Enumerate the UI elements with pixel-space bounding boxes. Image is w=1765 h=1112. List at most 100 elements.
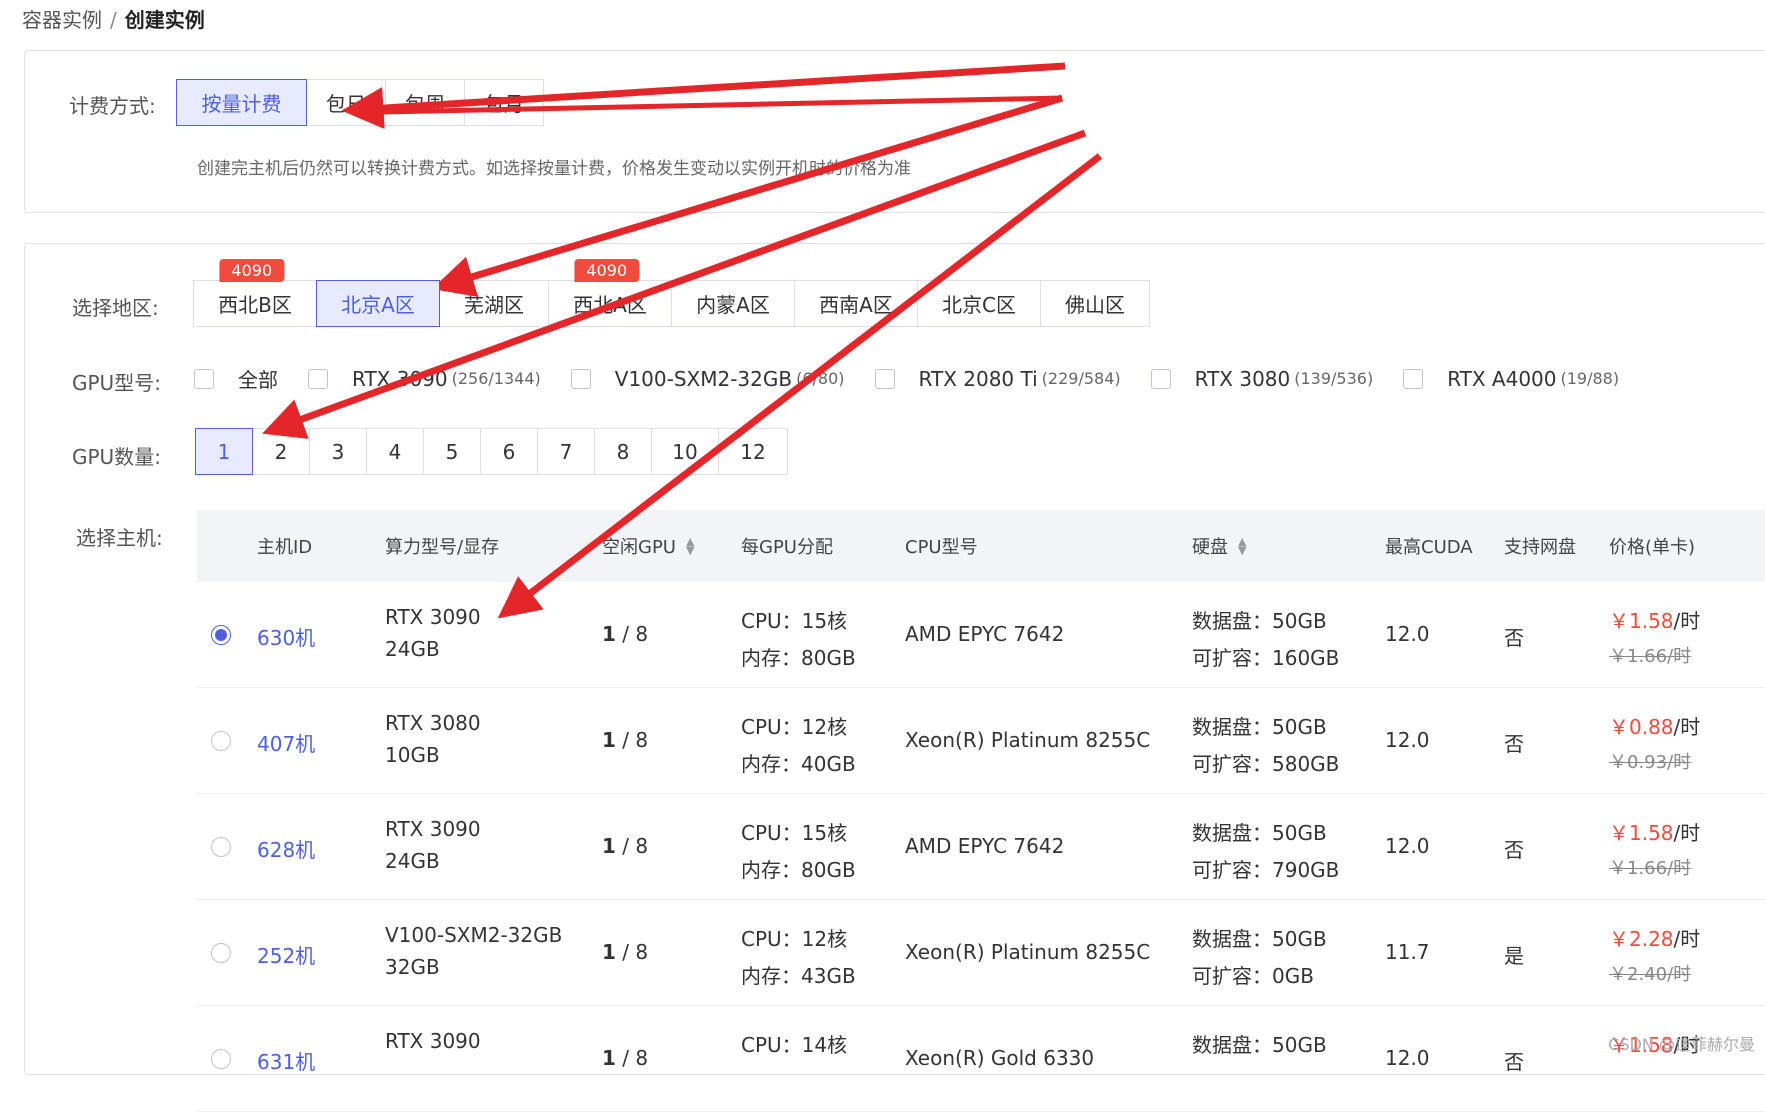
gpu-type-label: GPU型号:: [72, 371, 161, 395]
region-label: 选择地区:: [72, 296, 159, 320]
row-radio[interactable]: [211, 837, 231, 857]
gpu-count-option[interactable]: 8: [594, 428, 652, 475]
col-cuda: 最高CUDA: [1385, 537, 1473, 558]
model-cell: RTX 3090 24GB: [385, 605, 481, 661]
region-badge: 4090: [219, 259, 285, 282]
gpu-type-rtx3090[interactable]: RTX 3090 (256/1344): [308, 367, 541, 391]
gpu-count-option[interactable]: 12: [718, 428, 788, 475]
netdisk-support: 否: [1504, 732, 1524, 756]
disk-cell: 数据盘：50GB 可扩容：0GB: [1192, 923, 1327, 989]
total-gpu: / 8: [622, 1046, 649, 1070]
model-cell: RTX 3090: [385, 1029, 481, 1061]
gpu-count-options: 1 2 3 4 5 6 7 8 10 12: [195, 428, 788, 475]
vram: 10GB: [385, 743, 440, 767]
gpu-count-option[interactable]: 7: [537, 428, 595, 475]
gpu-type-all[interactable]: 全部: [194, 364, 278, 393]
gpu-type-name: 全部: [238, 368, 278, 392]
region-option-northwest-b[interactable]: 4090 西北B区: [193, 259, 317, 327]
col-free-gpu[interactable]: 空闲GPU ▲ ▼: [602, 510, 694, 582]
region-option-foshan[interactable]: 佛山区: [1040, 280, 1150, 327]
free-gpu-cell: 1 / 8: [602, 940, 648, 964]
per-gpu-cell: CPU：14核: [741, 1029, 847, 1066]
checkbox[interactable]: [308, 368, 328, 389]
host-id-link[interactable]: 407机: [257, 728, 315, 757]
billing-option-pay-as-you-go[interactable]: 按量计费: [176, 79, 307, 126]
checkbox[interactable]: [874, 368, 895, 389]
gpu-count-option[interactable]: 2: [252, 428, 310, 475]
model-cell: RTX 3080 10GB: [385, 711, 481, 767]
row-radio[interactable]: [211, 625, 231, 645]
billing-option-weekly[interactable]: 包周: [385, 79, 465, 126]
sort-icon[interactable]: ▲ ▼: [1238, 536, 1246, 556]
billing-panel: 计费方式: 按量计费 包日 包周 包月 创建完主机后仍然可以转换计费方式。如选择…: [24, 50, 1765, 213]
total-gpu: / 8: [622, 622, 649, 646]
table-row[interactable]: 628机 RTX 3090 24GB 1 / 8 CPU：15核 内存：80GB AMD E…: [197, 794, 1765, 900]
gpu-count-option[interactable]: 4: [366, 428, 424, 475]
breadcrumb: 容器实例 / 创建实例: [22, 4, 205, 33]
checkbox[interactable]: [570, 368, 591, 389]
checkbox[interactable]: [1403, 368, 1424, 389]
table-row[interactable]: 630机 RTX 3090 24GB 1 / 8 CPU：15核 内存：80GB AMD E…: [197, 582, 1765, 688]
model-cell: V100-SXM2-32GB 32GB: [385, 923, 562, 979]
gpu-count-option[interactable]: 3: [309, 428, 367, 475]
original-price: ￥2.40/时: [1609, 964, 1692, 985]
gpu-model: RTX 3080: [385, 711, 481, 735]
netdisk-support: 否: [1504, 626, 1524, 650]
host-id-link[interactable]: 630机: [257, 622, 315, 651]
checkbox[interactable]: [1150, 368, 1171, 389]
billing-label: 计费方式:: [69, 94, 156, 118]
row-radio[interactable]: [211, 731, 231, 751]
price: ￥0.88: [1609, 715, 1674, 739]
breadcrumb-parent[interactable]: 容器实例: [22, 8, 102, 32]
gpu-type-rtxa4000[interactable]: RTX A4000 (19/88): [1403, 367, 1619, 391]
free-gpu: 1: [602, 834, 616, 858]
gpu-count-option[interactable]: 10: [651, 428, 719, 475]
col-disk[interactable]: 硬盘 ▲ ▼: [1192, 510, 1246, 582]
cpu-model: Xeon(R) Platinum 8255C: [905, 728, 1151, 752]
data-disk: 数据盘：50GB: [1192, 715, 1327, 739]
gpu-type-v100[interactable]: V100-SXM2-32GB (6/80): [570, 367, 845, 391]
checkbox[interactable]: [194, 368, 214, 389]
gpu-count-option[interactable]: 1: [195, 428, 253, 475]
region-option-beijing-a[interactable]: 北京A区: [316, 280, 440, 327]
expandable-disk: 可扩容：790GB: [1192, 858, 1340, 882]
price: ￥1.58: [1609, 609, 1674, 633]
cpu-cores: CPU：12核: [741, 715, 848, 739]
host-id-link[interactable]: 252机: [257, 940, 315, 969]
host-id-link[interactable]: 631机: [257, 1046, 315, 1075]
data-disk: 数据盘：50GB: [1192, 821, 1327, 845]
region-option-beijing-c[interactable]: 北京C区: [917, 280, 1041, 327]
region-option-wuhu[interactable]: 芜湖区: [439, 280, 549, 327]
region-name: 佛山区: [1065, 293, 1125, 317]
gpu-count-option[interactable]: 6: [480, 428, 538, 475]
table-row[interactable]: 252机 V100-SXM2-32GB 32GB 1 / 8 CPU：12核 内存：43G…: [197, 900, 1765, 1006]
host-id-link[interactable]: 628机: [257, 834, 315, 863]
max-cuda: 11.7: [1385, 940, 1430, 964]
row-radio[interactable]: [211, 1049, 231, 1069]
gpu-type-rtx3080[interactable]: RTX 3080 (139/536): [1150, 367, 1373, 391]
table-row[interactable]: 407机 RTX 3080 10GB 1 / 8 CPU：12核 内存：40GB Xeon(…: [197, 688, 1765, 794]
gpu-model: RTX 3090: [385, 817, 481, 841]
gpu-count-option[interactable]: 5: [423, 428, 481, 475]
gpu-type-count: (6/80): [796, 369, 845, 388]
cpu-model: Xeon(R) Gold 6330: [905, 1046, 1095, 1070]
gpu-type-rtx2080ti[interactable]: RTX 2080 Ti (229/584): [874, 367, 1121, 391]
region-option-southwest-a[interactable]: 西南A区: [794, 280, 918, 327]
billing-option-daily[interactable]: 包日: [306, 79, 386, 126]
gpu-type-count: (19/88): [1560, 369, 1620, 388]
free-gpu-cell: 1 / 8: [602, 728, 648, 752]
total-gpu: / 8: [622, 834, 649, 858]
cpu-cores: CPU：12核: [741, 927, 848, 951]
memory: 内存：80GB: [741, 858, 856, 882]
region-option-neimeng-a[interactable]: 内蒙A区: [671, 280, 795, 327]
free-gpu-cell: 1 / 8: [602, 622, 648, 646]
table-row[interactable]: 631机 RTX 3090 1 / 8 CPU：14核 Xeon(R) Gold 633…: [197, 1006, 1765, 1112]
billing-option-monthly[interactable]: 包月: [464, 79, 544, 126]
free-gpu: 1: [602, 1046, 616, 1070]
sort-icon[interactable]: ▲ ▼: [686, 536, 694, 556]
row-radio[interactable]: [211, 943, 231, 963]
col-free-gpu-label: 空闲GPU: [602, 537, 676, 558]
model-cell: RTX 3090 24GB: [385, 817, 481, 873]
gpu-type-count: (256/1344): [451, 369, 541, 388]
region-option-northwest-a[interactable]: 4090 西北A区: [548, 259, 672, 327]
